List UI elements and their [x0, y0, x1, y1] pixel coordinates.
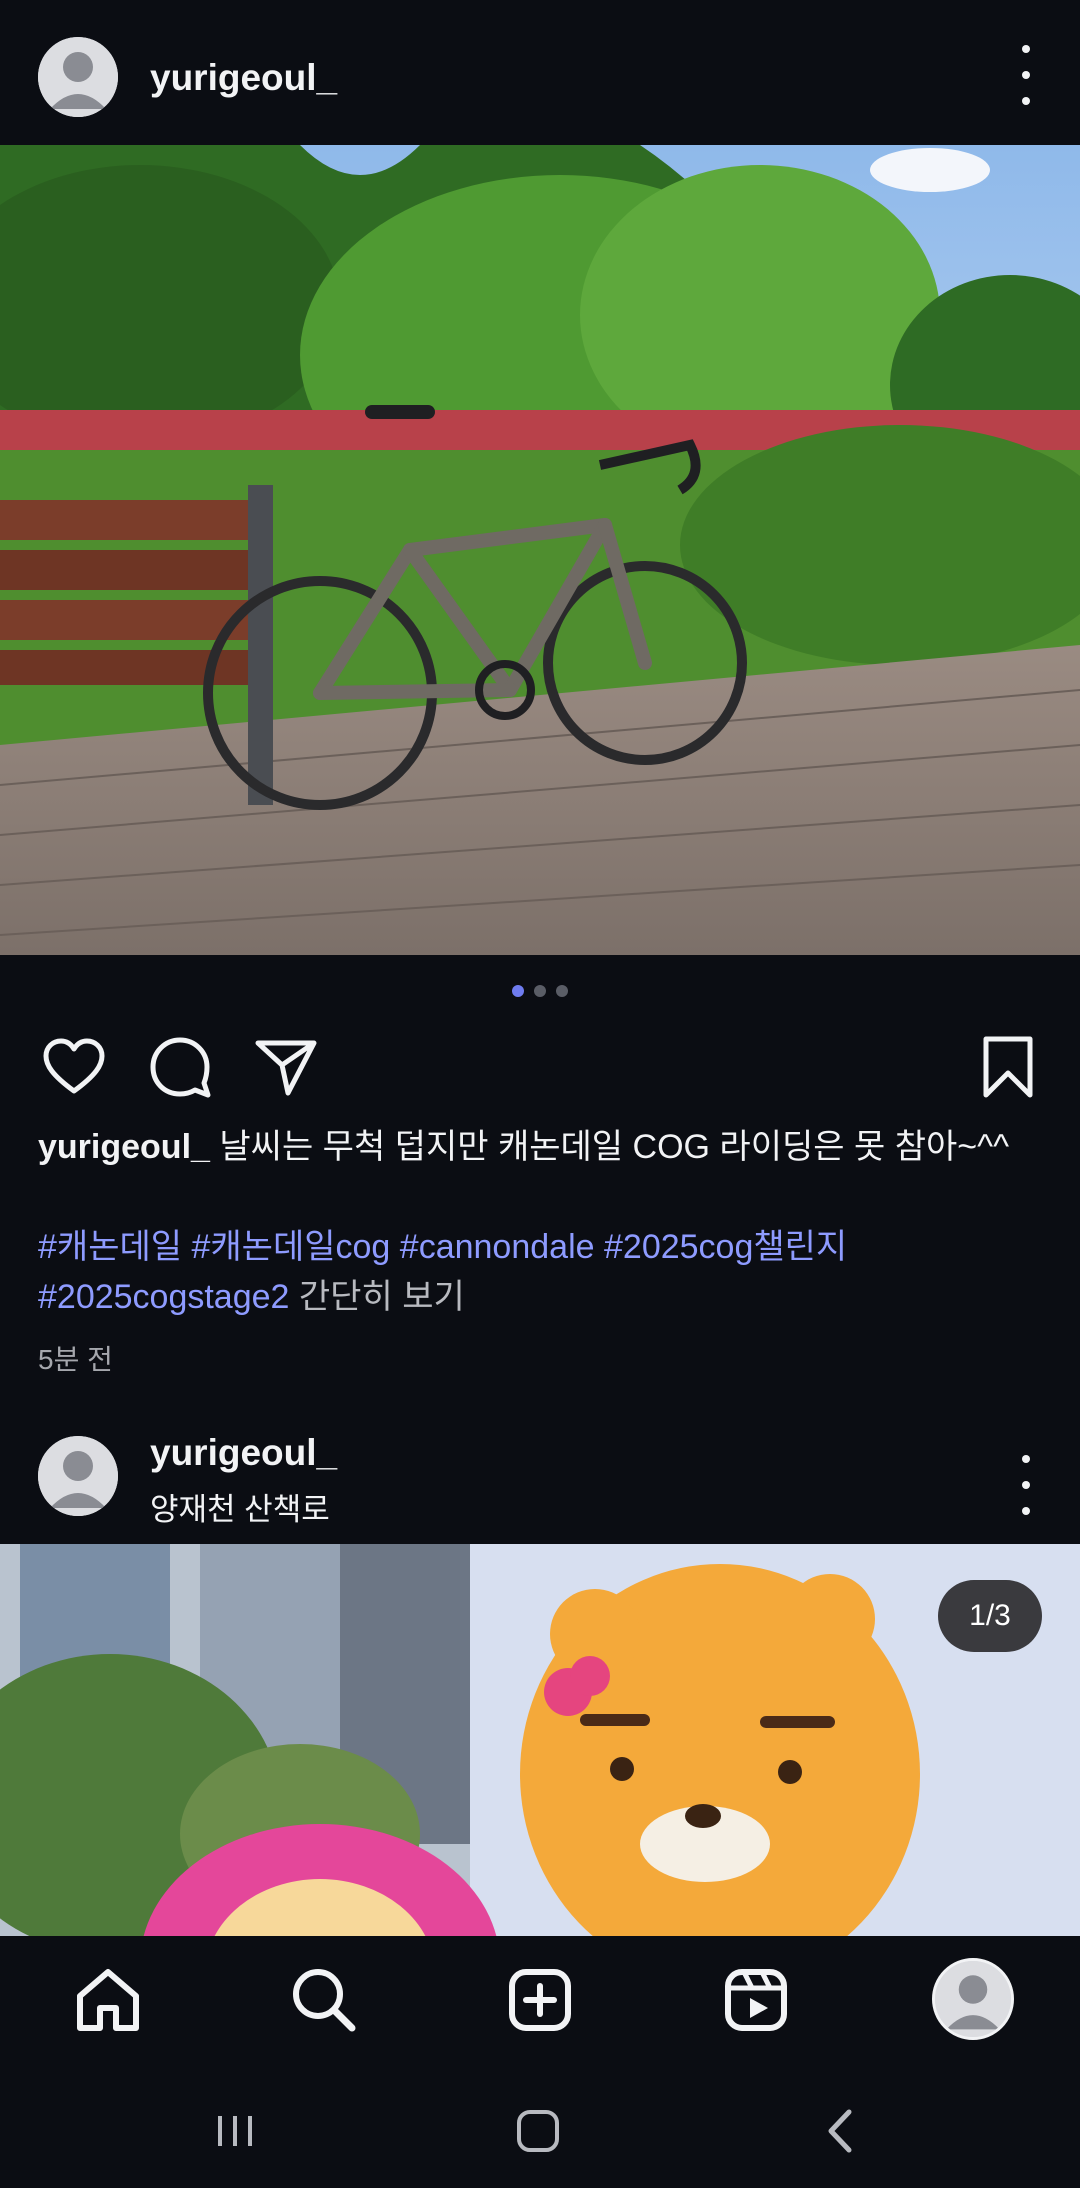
comment-icon[interactable]: [148, 1035, 212, 1099]
carousel-dot-active: [512, 985, 524, 997]
send-icon[interactable]: [254, 1035, 318, 1099]
post-location[interactable]: 양재천 산책로: [150, 1484, 330, 1529]
bottom-navigation: [0, 1936, 1080, 2066]
search-icon[interactable]: [288, 1964, 360, 2036]
create-icon[interactable]: [504, 1964, 576, 2036]
post-timestamp: 5분 전: [38, 1344, 113, 1375]
back-button[interactable]: [805, 2096, 875, 2166]
post-photo[interactable]: [0, 145, 1080, 955]
bookmark-icon[interactable]: [976, 1035, 1040, 1099]
heart-icon[interactable]: [42, 1035, 106, 1099]
caption-username[interactable]: yurigeoul_: [38, 1128, 210, 1166]
username[interactable]: yurigeoul_: [150, 1432, 337, 1474]
recents-button[interactable]: [200, 2096, 270, 2166]
hashtag[interactable]: #cannondale: [400, 1228, 595, 1266]
avatar[interactable]: [38, 37, 118, 117]
home-button[interactable]: [503, 2096, 573, 2166]
more-vertical-icon[interactable]: [1012, 45, 1040, 105]
more-vertical-icon[interactable]: [1012, 1455, 1040, 1515]
post-actions: [0, 1035, 1080, 1105]
post-header: yurigeoul_: [0, 0, 1080, 145]
carousel-counter: 1/3: [938, 1580, 1042, 1652]
carousel-indicator: [0, 985, 1080, 997]
avatar[interactable]: [38, 1436, 118, 1516]
show-less-link[interactable]: 간단히 보기: [299, 1278, 465, 1316]
hashtag[interactable]: #2025cog챌린지: [604, 1228, 847, 1266]
home-icon[interactable]: [72, 1964, 144, 2036]
post-header: yurigeoul_ 양재천 산책로: [0, 1400, 1080, 1545]
carousel-dot: [534, 985, 546, 997]
system-navigation-bar: [0, 2066, 1080, 2188]
post-photo[interactable]: [0, 1544, 1080, 1936]
hashtag[interactable]: #2025cogstage2: [38, 1278, 289, 1316]
hashtags: #캐논데일 #캐논데일cog #cannondale #2025cog챌린지 #…: [38, 1222, 1048, 1322]
reels-icon[interactable]: [720, 1964, 792, 2036]
post-caption: yurigeoul_ 날씨는 무척 덥지만 캐논데일 COG 라이딩은 못 참아…: [38, 1122, 1048, 1172]
caption-text: 날씨는 무척 덥지만 캐논데일 COG 라이딩은 못 참아~^^: [219, 1128, 1010, 1166]
profile-avatar[interactable]: [932, 1958, 1014, 2040]
hashtag[interactable]: #캐논데일cog: [191, 1228, 390, 1266]
hashtag[interactable]: #캐논데일: [38, 1228, 182, 1266]
username[interactable]: yurigeoul_: [150, 57, 337, 99]
carousel-dot: [556, 985, 568, 997]
